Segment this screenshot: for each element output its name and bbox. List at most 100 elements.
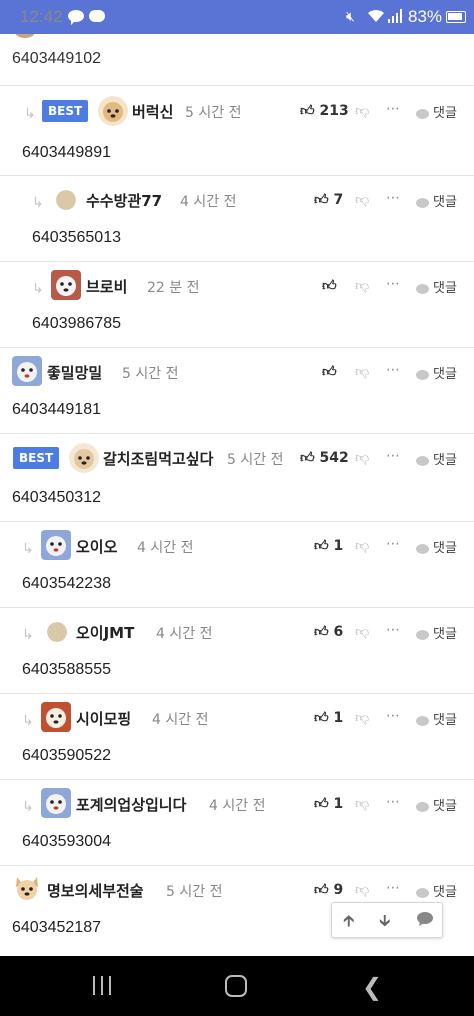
more-icon[interactable]: ⋯ [386,794,401,810]
reply-button[interactable]: 댓글 [416,449,457,468]
reply-arrow-icon: ↳ [32,281,44,297]
battery-icon [446,11,466,23]
thumbs-down-icon[interactable]: 👎︎ [355,537,369,554]
more-icon[interactable]: ⋯ [386,708,401,724]
comment-item: ↳ 오이JMT 4 시간 전 👍︎ 6 👎︎ ⋯ 댓글 6403588555 [0,608,474,694]
avatar[interactable] [41,702,71,732]
reply-button[interactable]: 댓글 [416,537,457,556]
speech-bubble-icon [416,801,429,812]
thumbs-down-icon[interactable]: 👎︎ [355,191,369,208]
reply-button[interactable]: 댓글 [416,623,457,642]
arrow-down-icon[interactable]: 🡳 [379,910,391,937]
more-icon[interactable]: ⋯ [386,536,401,552]
thumbs-down-icon[interactable]: 👎︎ [355,449,369,466]
avatar[interactable] [12,356,42,386]
avatar[interactable] [56,190,76,210]
like-count: 1 [333,710,344,726]
comment-item: ↳ 브로비 22 분 전 👍︎ 👎︎ ⋯ 댓글 6403986785 [0,262,474,348]
home-button[interactable] [225,975,247,997]
more-icon[interactable]: ⋯ [386,448,401,464]
thumbs-down-icon[interactable]: 👎︎ [355,102,369,119]
reply-button[interactable]: 댓글 [416,191,457,210]
thumbs-down-icon[interactable]: 👎︎ [355,881,369,898]
like-button[interactable]: 👍︎ 1 [314,537,343,554]
like-button[interactable]: 👍︎ 213 [300,102,349,119]
wifi-icon [367,8,385,24]
reply-button[interactable]: 댓글 [416,881,457,900]
more-icon[interactable]: ⋯ [386,101,401,117]
recent-apps-button[interactable] [90,976,114,996]
avatar[interactable] [98,96,128,126]
comment-list[interactable]: 6403449102 ↳ BEST 버럭신 5 시간 전 👍︎ 213 👎︎ ⋯… [0,34,474,956]
avatar[interactable] [51,270,81,300]
comment-nickname[interactable]: 좋밀망밀 [47,362,102,383]
signal-icon [388,9,402,23]
thumbs-down-icon[interactable]: 👎︎ [355,623,369,640]
like-button[interactable]: 👍︎ [322,277,337,294]
speech-bubble-icon [416,455,429,466]
comment-time: 4 시간 전 [137,540,194,556]
avatar[interactable] [41,788,71,818]
thumbs-up-icon: 👍︎ [314,538,329,554]
comment-nickname[interactable]: 시이모핑 [76,708,131,729]
reply-arrow-icon: ↳ [22,799,34,815]
like-button[interactable]: 👍︎ 7 [314,191,343,208]
like-button[interactable]: 👍︎ 1 [314,795,343,812]
comment-nickname[interactable]: 포계의업상입니다 [76,794,186,815]
more-icon[interactable]: ⋯ [386,880,401,896]
avatar[interactable] [69,443,99,473]
comment-nickname[interactable]: 오이오 [76,536,117,557]
back-button[interactable]: ❮ [362,973,382,1001]
comment-item: BEST 갈치조림먹고싶다 5 시간 전 👍︎ 542 👎︎ ⋯ 댓글 6403… [0,434,474,522]
like-count: 6 [333,624,344,640]
reply-button[interactable]: 댓글 [416,363,457,382]
arrow-up-icon[interactable]: 🡱 [343,910,355,937]
like-button[interactable]: 👍︎ 6 [314,623,343,640]
reply-button[interactable]: 댓글 [416,102,457,121]
reply-label: 댓글 [433,627,457,642]
comment-item: ↳ 오이오 4 시간 전 👍︎ 1 👎︎ ⋯ 댓글 6403542238 [0,522,474,608]
like-count: 1 [333,796,344,812]
like-button[interactable]: 👍︎ [322,363,337,380]
reply-arrow-icon: ↳ [22,541,34,557]
reply-button[interactable]: 댓글 [416,277,457,296]
speech-bubble-icon [416,283,429,294]
avatar[interactable] [47,622,67,642]
reply-button[interactable]: 댓글 [416,795,457,814]
comment-nickname[interactable]: 브로비 [86,276,127,297]
like-button[interactable]: 👍︎ 1 [314,709,343,726]
like-button[interactable]: 👍︎ 542 [300,449,349,466]
comment-nickname[interactable]: 명보의세부전술 [47,880,144,901]
avatar[interactable] [12,873,42,903]
thumbs-up-icon: 👍︎ [314,882,329,898]
comment-body: 6403452187 [12,919,101,936]
thumbs-down-icon[interactable]: 👎︎ [355,277,369,294]
comment-nickname[interactable]: 수수방관77 [86,190,162,211]
more-icon[interactable]: ⋯ [386,622,401,638]
avatar[interactable] [41,530,71,560]
reply-button[interactable]: 댓글 [416,709,457,728]
thumbs-up-icon: 👍︎ [314,710,329,726]
comment-nickname[interactable]: 오이JMT [76,622,134,643]
comment-nickname[interactable]: 버럭신 [132,101,173,122]
comment-bubble-icon[interactable] [416,911,434,927]
more-icon[interactable]: ⋯ [386,276,401,292]
reply-arrow-icon: ↳ [24,106,36,122]
comment-body: 6403542238 [22,575,111,592]
thumbs-up-icon: 👍︎ [314,796,329,812]
comment-item: ↳ 포계의업상입니다 4 시간 전 👍︎ 1 👎︎ ⋯ 댓글 640359300… [0,780,474,866]
mute-icon: 🔇︎ [346,9,355,25]
more-icon[interactable]: ⋯ [386,190,401,206]
more-icon[interactable]: ⋯ [386,362,401,378]
comment-nickname[interactable]: 갈치조림먹고싶다 [103,448,213,469]
reply-label: 댓글 [433,799,457,814]
thumbs-up-icon: 👍︎ [314,192,329,208]
thumbs-down-icon[interactable]: 👎︎ [355,363,369,380]
thumbs-down-icon[interactable]: 👎︎ [355,795,369,812]
thumbs-down-icon[interactable]: 👎︎ [355,709,369,726]
like-button[interactable]: 👍︎ 9 [314,881,343,898]
speech-bubble-icon [416,197,429,208]
comment-time: 4 시간 전 [209,798,266,814]
reply-label: 댓글 [433,281,457,296]
like-count: 213 [319,103,349,119]
